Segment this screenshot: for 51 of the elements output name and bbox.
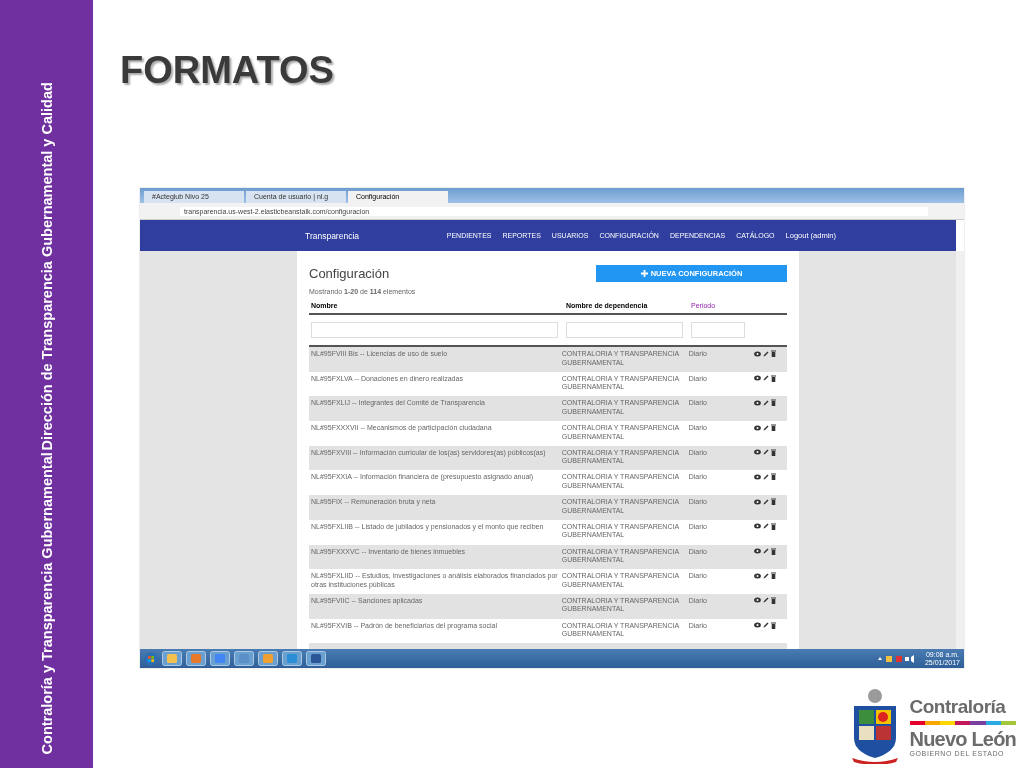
view-icon[interactable]	[753, 498, 761, 505]
delete-icon[interactable]	[770, 621, 776, 629]
edit-icon[interactable]	[762, 473, 769, 480]
view-icon[interactable]	[753, 572, 761, 579]
view-icon[interactable]	[753, 375, 761, 382]
view-icon[interactable]	[753, 548, 761, 554]
view-icon[interactable]	[753, 424, 761, 431]
taskbar-app-icon[interactable]	[306, 651, 326, 666]
delete-icon[interactable]	[770, 374, 776, 382]
delete-icon[interactable]	[770, 498, 776, 506]
edit-icon[interactable]	[762, 449, 769, 456]
view-icon[interactable]	[753, 473, 761, 480]
filter-field[interactable]	[566, 322, 683, 338]
edit-icon[interactable]	[762, 622, 769, 629]
delete-icon[interactable]	[770, 424, 776, 432]
sidebar-text: Dirección de Transparencia Gubernamental y Calidad	[38, 81, 55, 450]
logo-text: Contraloría	[909, 695, 1007, 718]
start-button[interactable]	[144, 651, 158, 666]
delete-icon[interactable]	[770, 399, 776, 407]
delete-icon[interactable]	[770, 522, 776, 530]
page-title: Configuración	[309, 265, 390, 281]
scrollbar[interactable]	[956, 251, 964, 649]
plus-icon	[640, 269, 648, 277]
app-brand[interactable]: Transparencia	[305, 230, 360, 241]
edit-icon[interactable]	[762, 523, 769, 530]
delete-icon[interactable]	[770, 350, 776, 357]
delete-icon[interactable]	[770, 473, 776, 481]
edit-icon[interactable]	[762, 399, 769, 406]
filter-field[interactable]	[311, 322, 558, 338]
view-icon[interactable]	[753, 622, 761, 629]
view-icon[interactable]	[753, 523, 761, 530]
delete-icon[interactable]	[770, 572, 776, 580]
view-icon[interactable]	[753, 350, 761, 357]
view-icon[interactable]	[753, 449, 761, 456]
delete-icon[interactable]	[770, 547, 776, 555]
delete-icon[interactable]	[770, 448, 776, 456]
filter-field[interactable]	[691, 322, 745, 338]
edit-icon[interactable]	[762, 424, 769, 431]
delete-icon[interactable]	[770, 596, 776, 604]
edit-icon[interactable]	[762, 597, 769, 604]
view-icon[interactable]	[753, 399, 761, 406]
system-tray-icons[interactable]	[876, 654, 917, 663]
sidebar-text: Contraloría y Transparencia Gubernamental	[38, 451, 55, 754]
edit-icon[interactable]	[762, 350, 769, 357]
view-icon[interactable]	[753, 597, 761, 604]
slide-title: FORMATOS	[120, 50, 335, 90]
edit-icon[interactable]	[762, 498, 769, 505]
logo-text: Nuevo León	[909, 727, 1016, 750]
edit-icon[interactable]	[762, 375, 769, 382]
edit-icon[interactable]	[762, 548, 769, 554]
edit-icon[interactable]	[762, 572, 769, 579]
